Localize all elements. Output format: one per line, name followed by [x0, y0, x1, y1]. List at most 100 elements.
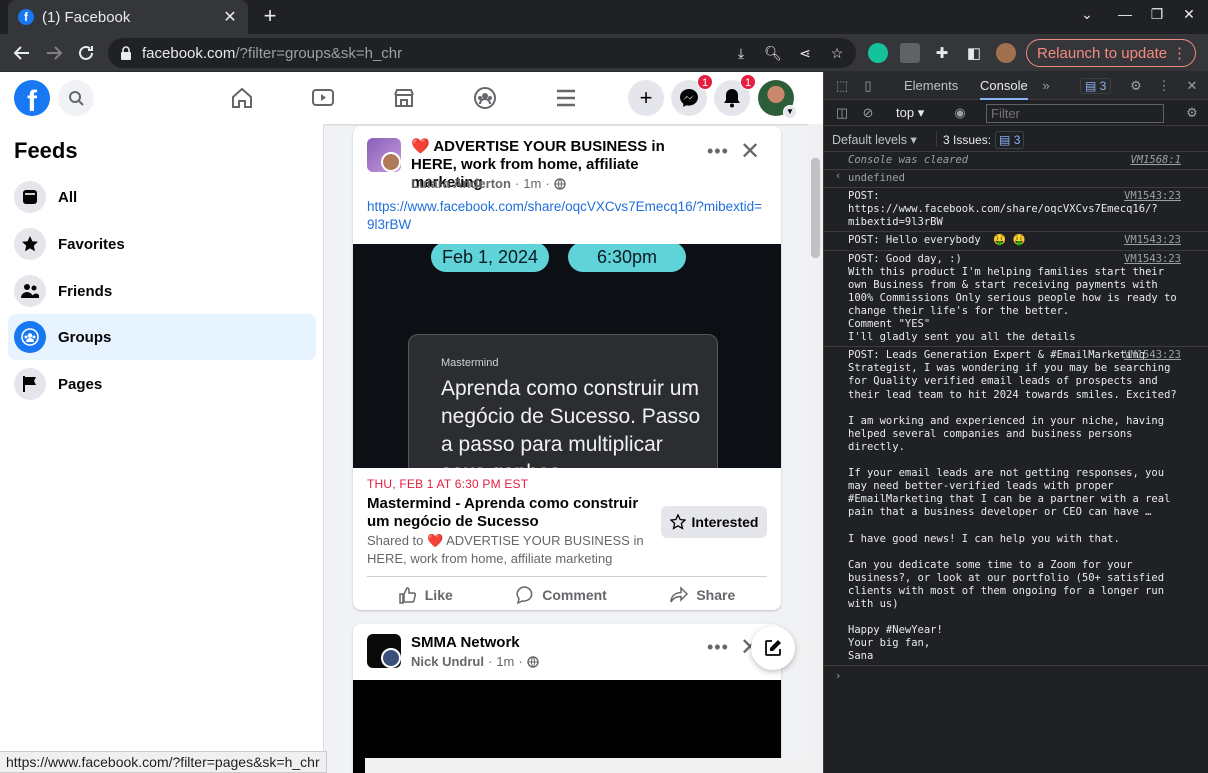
restore-icon[interactable]: ❐: [1146, 6, 1168, 23]
extensions-puzzle-icon[interactable]: ✚: [930, 41, 954, 65]
sidebar-item-pages[interactable]: Pages: [8, 361, 316, 407]
horizontal-scrollbar[interactable]: [365, 758, 808, 773]
address-bar[interactable]: facebook.com/?filter=groups&sk=h_chr ⤓ 🔍…: [108, 38, 856, 68]
minimize-icon[interactable]: —: [1114, 6, 1136, 22]
marketplace-nav-icon[interactable]: [390, 84, 418, 112]
new-message-button[interactable]: [751, 626, 795, 670]
messenger-button[interactable]: 1: [671, 74, 713, 116]
page-scrollbar[interactable]: [808, 124, 823, 773]
bookmark-star-icon[interactable]: ☆: [828, 45, 846, 63]
post-group-title[interactable]: SMMA Network: [411, 634, 520, 652]
extension-icon[interactable]: [900, 43, 920, 63]
issues-counter[interactable]: 3 Issues: ▤ 3: [936, 131, 1025, 149]
browser-tab-facebook[interactable]: f (1) Facebook ✕: [8, 0, 248, 34]
sidebar-item-friends[interactable]: Friends: [8, 268, 316, 314]
comment-button[interactable]: Comment: [516, 585, 607, 604]
account-avatar[interactable]: ▼: [758, 80, 797, 119]
source-link[interactable]: VM1543:23: [1124, 349, 1181, 362]
source-link[interactable]: VM1568:1: [1130, 154, 1181, 167]
more-options-icon[interactable]: ⋮: [1156, 78, 1172, 94]
console-prompt[interactable]: [824, 666, 1208, 686]
side-panel-icon[interactable]: ◧: [962, 41, 986, 65]
log-levels-dropdown[interactable]: Default levels ▾: [832, 132, 917, 147]
sidebar-item-groups[interactable]: Groups: [8, 314, 316, 360]
like-button[interactable]: Like: [399, 586, 453, 604]
more-tabs-icon[interactable]: »: [1038, 78, 1054, 94]
inspect-element-icon[interactable]: ⬚: [834, 78, 850, 94]
issues-badge[interactable]: ▤ 3: [1080, 78, 1112, 94]
sidebar-item-favorites[interactable]: Favorites: [8, 221, 316, 267]
profile-avatar[interactable]: [996, 43, 1016, 63]
notifications-button[interactable]: 1: [714, 74, 756, 116]
facebook-logo-icon[interactable]: f: [14, 80, 50, 116]
search-button[interactable]: [58, 80, 94, 116]
like-icon: [399, 586, 416, 604]
console-settings-icon[interactable]: ⚙: [1184, 105, 1200, 121]
lock-icon[interactable]: [120, 46, 132, 60]
tab-search-chevron-icon[interactable]: ⌄: [1076, 6, 1098, 23]
new-tab-icon[interactable]: +: [258, 5, 282, 29]
tab-console[interactable]: Console: [980, 72, 1028, 100]
plus-icon: +: [639, 85, 653, 110]
create-plus-button[interactable]: +: [628, 80, 664, 116]
post-time[interactable]: 1m: [496, 654, 514, 669]
more-options-icon[interactable]: •••: [707, 638, 728, 662]
image-brand: Mastermind: [441, 357, 499, 369]
close-devtools-icon[interactable]: ✕: [1184, 78, 1200, 94]
source-link[interactable]: VM1543:23: [1124, 234, 1181, 247]
install-app-icon[interactable]: ⤓: [732, 45, 750, 63]
post-link[interactable]: https://www.facebook.com/share/oqcVXCvs7…: [367, 198, 767, 234]
eye-icon[interactable]: ◉: [952, 105, 968, 121]
clear-console-icon[interactable]: ⊘: [860, 105, 876, 121]
sidebar-item-all[interactable]: All: [8, 174, 316, 220]
event-title[interactable]: Mastermind - Aprenda como construir um n…: [367, 495, 657, 531]
facebook-page: f + 1 1 ▼ Feeds All Favorites Friends Gr…: [0, 72, 823, 773]
notifications-badge: 1: [740, 74, 756, 90]
sidebar-item-label: Groups: [58, 328, 112, 346]
close-window-icon[interactable]: ✕: [1178, 6, 1200, 23]
zoom-icon[interactable]: 🔍︎: [764, 45, 782, 63]
post-author[interactable]: Luiara Anderton: [411, 176, 511, 191]
event-cover-image[interactable]: Feb 1, 2024 6:30pm Mastermind Aprenda co…: [353, 244, 781, 468]
back-icon[interactable]: [10, 41, 34, 65]
more-options-icon[interactable]: •••: [707, 142, 728, 166]
context-selector[interactable]: top ▾: [896, 105, 924, 121]
friends-icon: [14, 275, 46, 307]
scrollbar-thumb[interactable]: [811, 158, 820, 258]
interested-button[interactable]: Interested: [661, 506, 767, 538]
settings-gear-icon[interactable]: ⚙: [1128, 78, 1144, 94]
share-page-icon[interactable]: ⋖: [796, 45, 814, 63]
sidebar-item-label: Favorites: [58, 235, 125, 253]
device-toolbar-icon[interactable]: ▯: [860, 78, 876, 94]
globe-icon: [553, 177, 566, 190]
author-avatar[interactable]: [381, 152, 401, 172]
home-nav-icon[interactable]: [228, 84, 256, 112]
source-link[interactable]: VM1543:23: [1124, 190, 1181, 203]
event-shared-to: Shared to ❤️ ADVERTISE YOUR BUSINESS in …: [367, 533, 644, 566]
source-link[interactable]: VM1543:23: [1124, 253, 1181, 266]
sidebar-toggle-icon[interactable]: ◫: [834, 105, 850, 121]
video-nav-icon[interactable]: [309, 84, 337, 112]
relaunch-to-update-button[interactable]: Relaunch to update ⋮: [1026, 39, 1196, 67]
console-filter-input[interactable]: [986, 104, 1164, 123]
tab-elements[interactable]: Elements: [904, 72, 958, 100]
groups-nav-icon[interactable]: [471, 84, 499, 112]
console-toolbar: ◫ ⊘ top ▾ ◉ ⚙: [824, 100, 1208, 126]
star-icon: [14, 228, 46, 260]
post-card: SMMA Network Nick Undrul · 1m · ••• ✕: [353, 624, 781, 773]
post-author[interactable]: Nick Undrul: [411, 654, 484, 669]
close-tab-icon[interactable]: ✕: [222, 7, 238, 27]
sidebar-item-label: Friends: [58, 282, 113, 300]
forward-icon[interactable]: [42, 41, 66, 65]
grammarly-extension-icon[interactable]: [868, 43, 888, 63]
browser-menu-icon[interactable]: ⋮: [1172, 44, 1187, 62]
reload-icon[interactable]: [74, 41, 98, 65]
image-headline: Aprenda como construir um negócio de Suc…: [441, 377, 701, 468]
globe-icon: [527, 655, 539, 668]
menu-nav-icon[interactable]: [552, 84, 580, 112]
author-avatar[interactable]: [381, 648, 401, 668]
console-message: POST: Hello everybody 🤑 🤑 VM1543:23: [824, 232, 1208, 251]
hide-post-icon[interactable]: ✕: [739, 140, 761, 164]
post-time[interactable]: 1m: [523, 176, 541, 191]
share-button[interactable]: Share: [670, 585, 735, 604]
